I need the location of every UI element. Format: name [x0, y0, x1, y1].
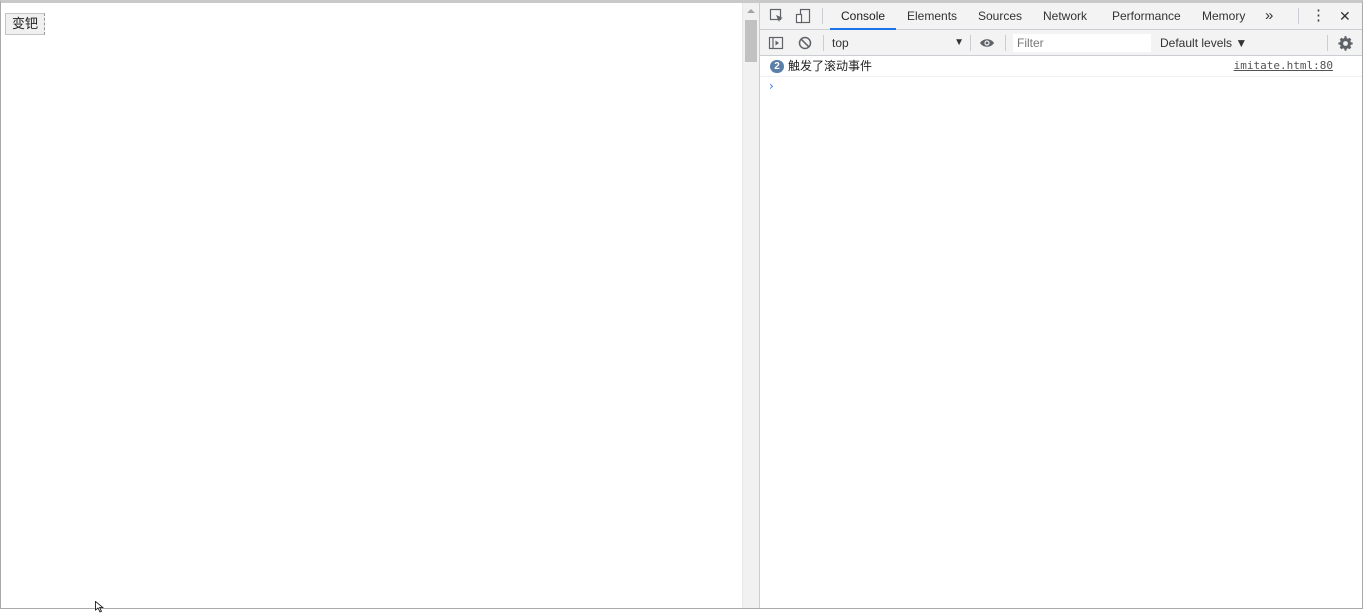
page-scrollbar[interactable]	[742, 3, 759, 608]
toolbar-separator	[823, 35, 824, 51]
toolbar-separator	[1327, 35, 1328, 51]
tab-console[interactable]: Console	[830, 3, 897, 30]
toolbar-separator	[970, 35, 971, 51]
tab-network[interactable]: Network	[1043, 3, 1087, 29]
more-tabs-icon[interactable]: »	[1265, 3, 1273, 29]
clear-console-icon[interactable]	[797, 35, 813, 51]
page-viewport: 变钯	[1, 3, 742, 608]
device-toolbar-icon[interactable]	[795, 8, 811, 24]
repeat-count-badge: 2	[770, 60, 784, 73]
console-filter-input[interactable]	[1013, 34, 1151, 52]
console-source-link[interactable]: imitate.html:80	[1234, 56, 1333, 76]
toolbar-separator	[1005, 35, 1006, 51]
tab-memory[interactable]: Memory	[1202, 3, 1245, 29]
show-sidebar-icon[interactable]	[768, 35, 784, 51]
console-message-text: 触发了滚动事件	[788, 59, 873, 73]
console-toolbar: top ▼ Default levels ▼	[760, 30, 1362, 56]
inspect-element-icon[interactable]	[769, 8, 785, 24]
context-value: top	[832, 36, 849, 50]
console-message: 2 触发了滚动事件 imitate.html:80	[760, 56, 1362, 77]
devtools-menu-icon[interactable]: ⋮	[1311, 3, 1326, 29]
console-output: 2 触发了滚动事件 imitate.html:80 ›	[760, 56, 1362, 93]
gear-icon[interactable]	[1337, 35, 1353, 51]
scrollbar-thumb[interactable]	[745, 20, 757, 62]
close-devtools-icon[interactable]: ✕	[1339, 3, 1351, 29]
dropdown-arrow-icon: ▼	[954, 37, 964, 48]
tabbar-separator	[1298, 8, 1299, 24]
mouse-pointer-icon	[95, 601, 104, 613]
page-button[interactable]: 变钯	[5, 13, 46, 35]
console-prompt[interactable]: ›	[769, 78, 774, 94]
tab-performance[interactable]: Performance	[1112, 3, 1181, 29]
tabbar-separator	[822, 8, 823, 24]
tab-elements[interactable]: Elements	[907, 3, 957, 29]
log-levels-dropdown[interactable]: Default levels ▼	[1160, 34, 1247, 52]
context-selector[interactable]: top ▼	[832, 34, 964, 52]
devtools-panel: Console Elements Sources Network Perform…	[759, 3, 1362, 608]
live-expression-eye-icon[interactable]	[979, 35, 995, 51]
devtools-tabbar: Console Elements Sources Network Perform…	[760, 3, 1362, 30]
tab-sources[interactable]: Sources	[978, 3, 1022, 29]
scroll-up-arrow-icon[interactable]	[743, 3, 759, 19]
